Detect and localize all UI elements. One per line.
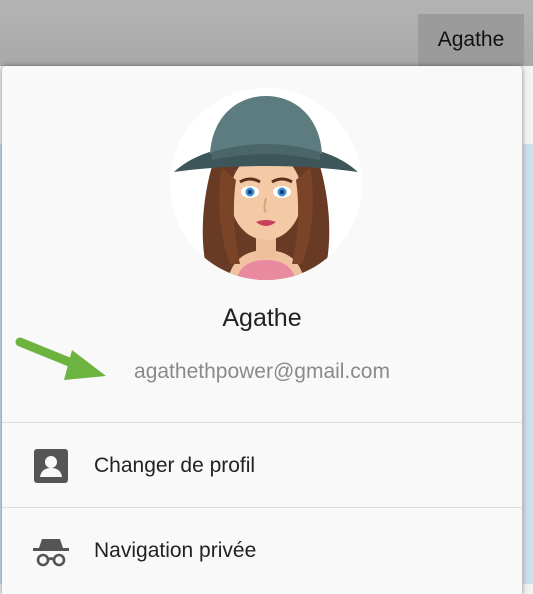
- profile-switcher-button[interactable]: Agathe: [418, 14, 524, 66]
- divider: [2, 507, 522, 508]
- menu-item-label: Navigation privée: [94, 539, 257, 562]
- profile-email: agathethpower@gmail.com: [134, 360, 390, 383]
- avatar-illustration-icon: [174, 96, 358, 280]
- menu-item-label: Changer de profil: [94, 454, 256, 477]
- incognito-icon: [32, 532, 70, 570]
- menu-item-switch-profile[interactable]: Changer de profil: [2, 424, 522, 508]
- profile-button-label: Agathe: [437, 28, 505, 51]
- profile-name: Agathe: [222, 304, 302, 332]
- menu-item-private-browsing[interactable]: Navigation privée: [2, 509, 522, 593]
- person-badge-icon: [32, 447, 70, 485]
- divider: [2, 422, 522, 423]
- profile-menu-panel: Agathe agathethpower@gmail.com Changer d…: [2, 66, 522, 594]
- avatar[interactable]: [170, 88, 362, 280]
